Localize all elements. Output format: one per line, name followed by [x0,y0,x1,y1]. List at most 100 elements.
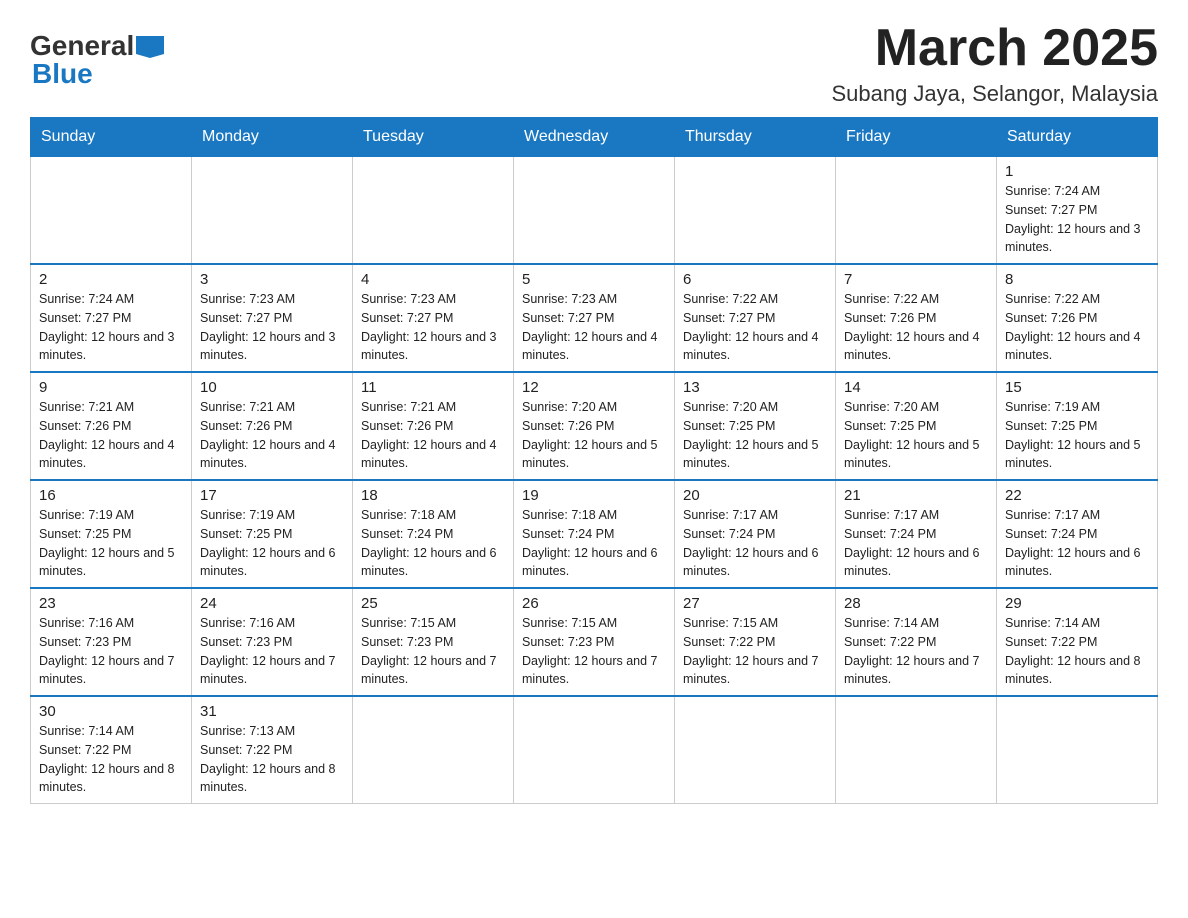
day-number: 9 [39,379,183,396]
sun-info: Sunrise: 7:20 AMSunset: 7:26 PMDaylight:… [522,398,666,473]
weekday-header-sunday: Sunday [31,118,192,157]
day-number: 23 [39,595,183,612]
title-area: March 2025 Subang Jaya, Selangor, Malays… [831,20,1158,107]
calendar-cell: 24 Sunrise: 7:16 AMSunset: 7:23 PMDayligh… [192,588,353,696]
day-number: 26 [522,595,666,612]
day-number: 19 [522,487,666,504]
calendar-cell: 10 Sunrise: 7:21 AMSunset: 7:26 PMDayligh… [192,372,353,480]
day-number: 18 [361,487,505,504]
sun-info: Sunrise: 7:15 AMSunset: 7:22 PMDaylight:… [683,614,827,689]
day-number: 5 [522,271,666,288]
calendar-cell [675,696,836,804]
page-header: General Blue March 2025 Subang Jaya, Sel… [30,20,1158,107]
sun-info: Sunrise: 7:20 AMSunset: 7:25 PMDaylight:… [844,398,988,473]
sun-info: Sunrise: 7:22 AMSunset: 7:26 PMDaylight:… [1005,290,1149,365]
sun-info: Sunrise: 7:15 AMSunset: 7:23 PMDaylight:… [361,614,505,689]
sun-info: Sunrise: 7:14 AMSunset: 7:22 PMDaylight:… [1005,614,1149,689]
calendar-cell: 31Sunrise: 7:13 AMSunset: 7:22 PMDayligh… [192,696,353,804]
month-title: March 2025 [831,20,1158,77]
calendar-week-row: 2Sunrise: 7:24 AMSunset: 7:27 PMDaylight… [31,264,1158,372]
calendar-cell: 5 Sunrise: 7:23 AMSunset: 7:27 PMDaylight… [514,264,675,372]
sun-info: Sunrise: 7:14 AMSunset: 7:22 PMDaylight:… [844,614,988,689]
calendar-cell: 14 Sunrise: 7:20 AMSunset: 7:25 PMDayligh… [836,372,997,480]
sun-info: Sunrise: 7:18 AMSunset: 7:24 PMDaylight:… [522,506,666,581]
weekday-header-tuesday: Tuesday [353,118,514,157]
sun-info: Sunrise: 7:23 AMSunset: 7:27 PMDaylight:… [522,290,666,365]
sun-info: Sunrise: 7:24 AMSunset: 7:27 PMDaylight:… [1005,182,1149,257]
calendar-cell: 27 Sunrise: 7:15 AMSunset: 7:22 PMDayligh… [675,588,836,696]
calendar-cell: 12 Sunrise: 7:20 AMSunset: 7:26 PMDayligh… [514,372,675,480]
calendar-week-row: 16 Sunrise: 7:19 AMSunset: 7:25 PMDayligh… [31,480,1158,588]
calendar-cell [836,696,997,804]
calendar-cell: 2Sunrise: 7:24 AMSunset: 7:27 PMDaylight… [31,264,192,372]
sun-info: Sunrise: 7:19 AMSunset: 7:25 PMDaylight:… [200,506,344,581]
calendar-header-row: SundayMondayTuesdayWednesdayThursdayFrid… [31,118,1158,157]
sun-info: Sunrise: 7:21 AMSunset: 7:26 PMDaylight:… [361,398,505,473]
day-number: 30 [39,703,183,720]
calendar-cell: 7Sunrise: 7:22 AMSunset: 7:26 PMDaylight… [836,264,997,372]
calendar-cell: 16Sunrise: 7:19 AMSunset: 7:25 PMDayligh… [31,480,192,588]
sun-info: Sunrise: 7:15 AMSunset: 7:23 PMDaylight:… [522,614,666,689]
sun-info: Sunrise: 7:17 AMSunset: 7:24 PMDaylight:… [1005,506,1149,581]
calendar-cell: 17 Sunrise: 7:19 AMSunset: 7:25 PMDayligh… [192,480,353,588]
day-number: 28 [844,595,988,612]
calendar-cell: 11 Sunrise: 7:21 AMSunset: 7:26 PMDayligh… [353,372,514,480]
weekday-header-friday: Friday [836,118,997,157]
calendar-cell: 26 Sunrise: 7:15 AMSunset: 7:23 PMDayligh… [514,588,675,696]
weekday-header-thursday: Thursday [675,118,836,157]
calendar-week-row: 30Sunrise: 7:14 AMSunset: 7:22 PMDayligh… [31,696,1158,804]
calendar-cell: 25 Sunrise: 7:15 AMSunset: 7:23 PMDayligh… [353,588,514,696]
logo-blue: Blue [32,58,93,90]
day-number: 25 [361,595,505,612]
day-number: 12 [522,379,666,396]
day-number: 2 [39,271,183,288]
sun-info: Sunrise: 7:22 AMSunset: 7:27 PMDaylight:… [683,290,827,365]
calendar-cell: 19 Sunrise: 7:18 AMSunset: 7:24 PMDayligh… [514,480,675,588]
day-number: 11 [361,379,505,396]
logo: General Blue [30,20,164,90]
calendar-cell: 18 Sunrise: 7:18 AMSunset: 7:24 PMDayligh… [353,480,514,588]
calendar-cell [836,157,997,265]
calendar-cell: 3Sunrise: 7:23 AMSunset: 7:27 PMDaylight… [192,264,353,372]
day-number: 21 [844,487,988,504]
day-number: 22 [1005,487,1149,504]
calendar-cell [192,157,353,265]
calendar-cell [514,157,675,265]
sun-info: Sunrise: 7:23 AMSunset: 7:27 PMDaylight:… [361,290,505,365]
calendar-cell [31,157,192,265]
sun-info: Sunrise: 7:20 AMSunset: 7:25 PMDaylight:… [683,398,827,473]
calendar-cell: 6Sunrise: 7:22 AMSunset: 7:27 PMDaylight… [675,264,836,372]
day-number: 3 [200,271,344,288]
day-number: 15 [1005,379,1149,396]
day-number: 14 [844,379,988,396]
day-number: 24 [200,595,344,612]
calendar-cell [514,696,675,804]
day-number: 4 [361,271,505,288]
sun-info: Sunrise: 7:18 AMSunset: 7:24 PMDaylight:… [361,506,505,581]
location: Subang Jaya, Selangor, Malaysia [831,81,1158,107]
calendar-cell: 20Sunrise: 7:17 AMSunset: 7:24 PMDayligh… [675,480,836,588]
day-number: 20 [683,487,827,504]
day-number: 17 [200,487,344,504]
sun-info: Sunrise: 7:16 AMSunset: 7:23 PMDaylight:… [39,614,183,689]
day-number: 16 [39,487,183,504]
sun-info: Sunrise: 7:21 AMSunset: 7:26 PMDaylight:… [39,398,183,473]
calendar-cell: 13 Sunrise: 7:20 AMSunset: 7:25 PMDayligh… [675,372,836,480]
sun-info: Sunrise: 7:21 AMSunset: 7:26 PMDaylight:… [200,398,344,473]
day-number: 13 [683,379,827,396]
day-number: 10 [200,379,344,396]
day-number: 27 [683,595,827,612]
day-number: 8 [1005,271,1149,288]
calendar-cell [353,157,514,265]
logo-triangle-icon [136,36,164,58]
day-number: 29 [1005,595,1149,612]
calendar-cell: 28 Sunrise: 7:14 AMSunset: 7:22 PMDayligh… [836,588,997,696]
calendar-cell: 23 Sunrise: 7:16 AMSunset: 7:23 PMDayligh… [31,588,192,696]
sun-info: Sunrise: 7:17 AMSunset: 7:24 PMDaylight:… [844,506,988,581]
calendar-week-row: 1Sunrise: 7:24 AMSunset: 7:27 PMDaylight… [31,157,1158,265]
calendar-cell: 8 Sunrise: 7:22 AMSunset: 7:26 PMDaylight… [997,264,1158,372]
day-number: 7 [844,271,988,288]
calendar-cell: 15Sunrise: 7:19 AMSunset: 7:25 PMDayligh… [997,372,1158,480]
sun-info: Sunrise: 7:16 AMSunset: 7:23 PMDaylight:… [200,614,344,689]
calendar-cell [675,157,836,265]
